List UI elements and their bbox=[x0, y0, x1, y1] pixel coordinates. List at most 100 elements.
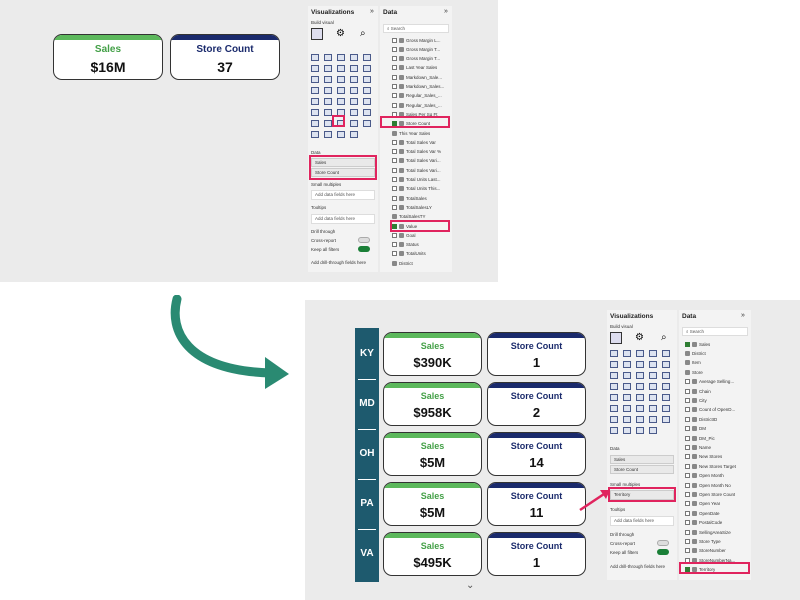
data-field-item[interactable]: Total Units Last... bbox=[392, 176, 441, 184]
visual-type-icon[interactable] bbox=[636, 383, 644, 390]
data-field-item[interactable]: Total Units This... bbox=[392, 185, 440, 193]
keep-filters-toggle[interactable] bbox=[657, 549, 669, 555]
data-field-item[interactable]: Last Year Sales bbox=[392, 64, 437, 72]
visual-type-icon[interactable] bbox=[623, 394, 631, 401]
field-checkbox[interactable] bbox=[685, 529, 690, 535]
visual-type-icon[interactable] bbox=[662, 350, 670, 357]
field-checkbox[interactable] bbox=[392, 251, 397, 257]
data-field-item[interactable]: Regular_Sales_... bbox=[392, 101, 442, 109]
visual-type-icon[interactable] bbox=[610, 394, 618, 401]
data-field-item[interactable]: This Year Sales bbox=[392, 129, 430, 137]
small-multiples-drop[interactable]: Add data fields here bbox=[311, 190, 375, 200]
sales-card[interactable]: Sales $390K bbox=[383, 332, 482, 376]
data-field-item[interactable]: Status bbox=[392, 241, 419, 249]
data-field-item[interactable]: Total Sales Vari... bbox=[392, 166, 441, 174]
field-checkbox[interactable] bbox=[685, 435, 690, 441]
visual-type-icon[interactable] bbox=[636, 427, 644, 434]
visual-type-icon[interactable] bbox=[311, 131, 319, 138]
field-well-store-count[interactable]: Store Count bbox=[610, 465, 674, 474]
collapse-icon[interactable]: » bbox=[741, 312, 745, 319]
keep-filters-toggle[interactable] bbox=[358, 246, 370, 252]
cross-report-toggle[interactable] bbox=[358, 237, 370, 243]
data-field-item[interactable]: TotalUnits bbox=[392, 250, 426, 258]
data-field-item[interactable]: District bbox=[392, 259, 413, 267]
field-checkbox[interactable] bbox=[685, 407, 690, 413]
visual-type-icon[interactable] bbox=[337, 131, 345, 138]
visual-type-icon[interactable] bbox=[311, 54, 319, 61]
data-field-item[interactable]: SellingAreaSize bbox=[685, 528, 731, 536]
visual-type-grid[interactable] bbox=[311, 54, 375, 142]
field-checkbox[interactable] bbox=[392, 102, 397, 108]
field-checkbox[interactable] bbox=[392, 56, 397, 62]
format-visual-icon[interactable]: ⚙ bbox=[635, 332, 647, 344]
visual-type-icon[interactable] bbox=[363, 87, 371, 94]
field-checkbox[interactable] bbox=[685, 538, 690, 544]
visual-type-icon[interactable] bbox=[649, 427, 657, 434]
field-checkbox[interactable] bbox=[392, 46, 397, 52]
field-checkbox[interactable] bbox=[392, 149, 397, 155]
data-field-item[interactable]: Open Month No bbox=[685, 481, 731, 489]
store-count-card[interactable]: Store Count 11 bbox=[487, 482, 586, 526]
data-field-item[interactable]: DistrictID bbox=[685, 415, 717, 423]
field-checkbox[interactable] bbox=[392, 232, 397, 238]
field-checkbox[interactable] bbox=[392, 195, 397, 201]
data-field-item[interactable]: DM_Pic bbox=[685, 434, 715, 442]
visual-type-icon[interactable] bbox=[311, 65, 319, 72]
visual-type-icon[interactable] bbox=[649, 383, 657, 390]
field-checkbox[interactable] bbox=[685, 501, 690, 507]
collapse-icon[interactable]: » bbox=[444, 8, 448, 15]
field-checkbox[interactable] bbox=[685, 473, 690, 479]
data-field-item[interactable]: Total Sales Var bbox=[392, 138, 436, 146]
cross-report-toggle[interactable] bbox=[657, 540, 669, 546]
drill-through-drop[interactable]: Add drill-through fields here bbox=[311, 260, 366, 265]
data-field-item[interactable]: Open Year bbox=[685, 500, 720, 508]
sales-card[interactable]: Sales $495K bbox=[383, 532, 482, 576]
field-checkbox[interactable] bbox=[392, 37, 397, 43]
data-field-item[interactable]: Markdown_Sales... bbox=[392, 83, 444, 91]
visual-type-icon[interactable] bbox=[610, 416, 618, 423]
field-checkbox[interactable] bbox=[392, 186, 397, 192]
store-count-card[interactable]: Store Count 1 bbox=[487, 332, 586, 376]
visual-type-icon[interactable] bbox=[662, 361, 670, 368]
visual-type-icon[interactable] bbox=[363, 120, 371, 127]
sales-card[interactable]: Sales $958K bbox=[383, 382, 482, 426]
visual-type-icon[interactable] bbox=[623, 361, 631, 368]
sales-card[interactable]: Sales $5M bbox=[383, 482, 482, 526]
data-field-item[interactable]: Gross Margin T... bbox=[392, 45, 440, 53]
search-input[interactable]: ⌕ Search bbox=[682, 327, 748, 336]
build-visual-icon[interactable] bbox=[610, 332, 622, 344]
store-count-card[interactable]: Store Count 37 bbox=[170, 34, 280, 80]
build-visual-icon[interactable] bbox=[311, 28, 323, 40]
visual-type-icon[interactable] bbox=[649, 350, 657, 357]
visual-type-icon[interactable] bbox=[623, 383, 631, 390]
visual-type-icon[interactable] bbox=[649, 405, 657, 412]
field-checkbox[interactable] bbox=[392, 74, 397, 80]
visual-type-icon[interactable] bbox=[324, 109, 332, 116]
data-field-item[interactable]: Store Type bbox=[685, 537, 721, 545]
visual-type-grid[interactable] bbox=[610, 350, 674, 438]
visual-type-icon[interactable] bbox=[324, 76, 332, 83]
data-field-item[interactable]: Sales bbox=[685, 340, 710, 348]
visual-type-icon[interactable] bbox=[350, 54, 358, 61]
visual-type-icon[interactable] bbox=[636, 405, 644, 412]
visual-type-icon[interactable] bbox=[350, 120, 358, 127]
data-field-item[interactable]: City bbox=[685, 396, 707, 404]
field-checkbox[interactable] bbox=[392, 93, 397, 99]
analytics-icon[interactable]: ⌕ bbox=[661, 332, 673, 344]
field-checkbox[interactable] bbox=[685, 379, 690, 385]
visual-type-icon[interactable] bbox=[350, 98, 358, 105]
data-field-item[interactable]: Regular_Sales_... bbox=[392, 92, 442, 100]
data-field-item[interactable]: TotalSales bbox=[392, 194, 427, 202]
field-checkbox[interactable] bbox=[685, 416, 690, 422]
visual-type-icon[interactable] bbox=[311, 98, 319, 105]
field-checkbox[interactable] bbox=[392, 242, 397, 248]
data-field-item[interactable]: StoreNumber bbox=[685, 547, 726, 555]
visual-type-icon[interactable] bbox=[662, 372, 670, 379]
visual-type-icon[interactable] bbox=[662, 383, 670, 390]
visual-type-icon[interactable] bbox=[649, 416, 657, 423]
visual-type-icon[interactable] bbox=[623, 405, 631, 412]
field-checkbox[interactable] bbox=[685, 388, 690, 394]
visual-type-icon[interactable] bbox=[363, 98, 371, 105]
data-field-item[interactable]: Open Store Count bbox=[685, 490, 735, 498]
visual-type-icon[interactable] bbox=[363, 65, 371, 72]
